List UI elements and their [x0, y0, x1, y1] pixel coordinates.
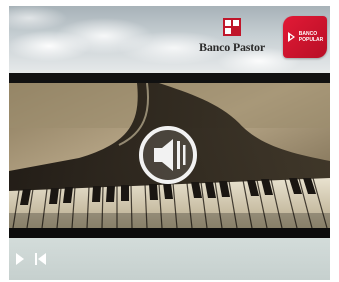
video-letterbox-top	[9, 73, 330, 83]
control-bar	[9, 238, 330, 280]
play-icon[interactable]	[15, 252, 25, 266]
video-letterbox-bottom	[9, 228, 330, 238]
banco-popular-logo: BANCO POPULAR	[283, 16, 327, 58]
sponsor-banner: Banco Pastor BANCO POPULAR	[9, 6, 330, 73]
banco-popular-text: BANCO POPULAR	[299, 31, 323, 43]
speaker-muted-icon[interactable]	[136, 123, 200, 187]
banco-pastor-name: Banco Pastor	[199, 40, 265, 54]
skip-to-start-icon[interactable]	[35, 252, 47, 266]
banco-popular-line-2: POPULAR	[298, 37, 324, 43]
banco-pastor-mark-icon	[223, 18, 241, 36]
banco-pastor-logo: Banco Pastor	[191, 18, 273, 60]
banco-popular-mark-icon	[287, 32, 295, 42]
